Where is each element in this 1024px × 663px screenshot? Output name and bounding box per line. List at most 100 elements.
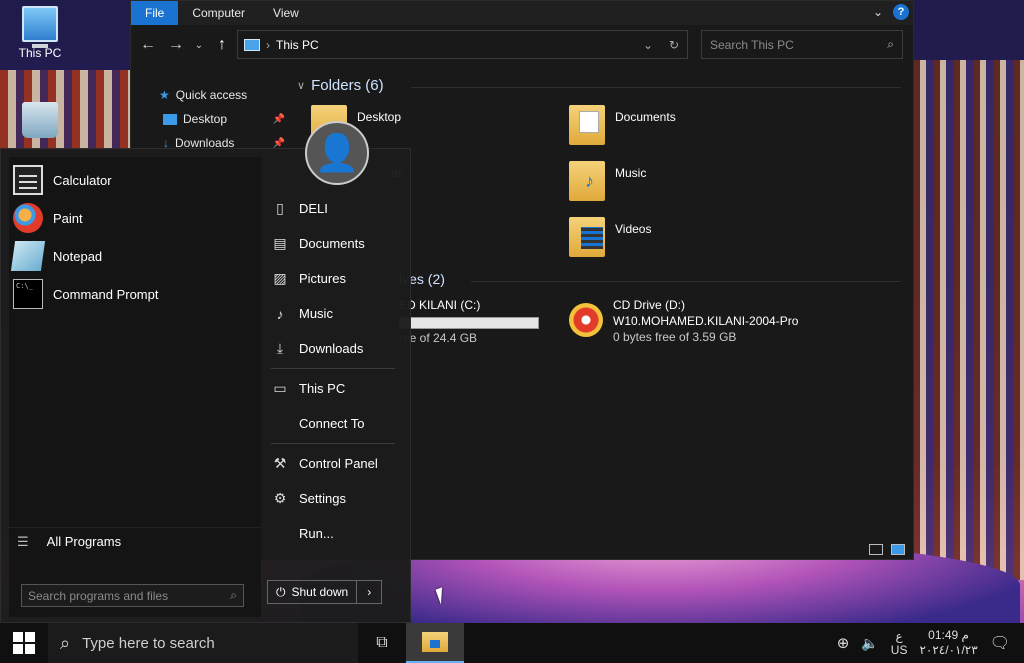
task-view-button[interactable]: ⧉ <box>358 634 406 652</box>
program-label: Command Prompt <box>53 286 159 302</box>
wallpaper-right-decoration <box>914 60 1024 580</box>
back-arrow-icon[interactable]: ← <box>137 36 159 54</box>
programs-pane: Calculator Paint Notepad C:\_ Command Pr… <box>9 157 261 617</box>
search-placeholder: Search programs and files <box>28 588 169 603</box>
place-downloads[interactable]: ⤓ Downloads <box>263 331 403 366</box>
breadcrumb-separator-icon: › <box>266 37 270 52</box>
search-icon: ⌕ <box>60 632 71 653</box>
computer-icon <box>244 38 260 51</box>
user-avatar[interactable]: 👤 <box>305 121 369 185</box>
drive-name: ED KILANI (C:) <box>399 298 481 312</box>
cd-drive-icon <box>569 303 603 337</box>
folder-music[interactable]: ♪ Music <box>569 161 646 201</box>
all-programs-button[interactable]: ☰ All Programs <box>9 527 261 555</box>
user-folder-icon: ▯ <box>276 200 284 216</box>
address-dropdown-icon[interactable]: ⌄ <box>643 38 653 52</box>
chevron-down-icon[interactable]: ⌄ <box>873 5 883 19</box>
task-view-icon: ⧉ <box>376 634 388 651</box>
folder-videos[interactable]: Videos <box>569 217 651 257</box>
start-button[interactable] <box>0 623 48 663</box>
place-music[interactable]: ♪ Music <box>263 296 403 331</box>
recent-chevron-icon[interactable]: ⌄ <box>193 40 205 51</box>
taskbar: ⌕ Type here to search ⧉ ⊕ 🔈 ع US 01:49 م… <box>0 623 1024 663</box>
program-command-prompt[interactable]: C:\_ Command Prompt <box>9 275 261 313</box>
navigation-pane: ★ Quick access Desktop 📌 ↓ Downloads 📌 <box>131 65 291 155</box>
search-input[interactable]: Search This PC ⌕ <box>701 30 903 59</box>
breadcrumb[interactable]: This PC <box>276 38 319 52</box>
tab-view[interactable]: View <box>259 1 313 25</box>
place-this-pc[interactable]: ▭ This PC <box>263 371 403 406</box>
forward-arrow-icon[interactable]: → <box>165 36 187 54</box>
clock[interactable]: 01:49 م ٢٠٢٤/٠١/٢٣ <box>919 628 977 658</box>
taskbar-search-input[interactable]: ⌕ Type here to search <box>48 623 358 663</box>
notepad-icon <box>10 241 46 271</box>
nav-quick-access[interactable]: ★ Quick access <box>131 83 291 107</box>
videos-folder-icon <box>569 217 605 257</box>
tab-computer[interactable]: Computer <box>178 1 259 25</box>
globe-icon[interactable]: ⊕ <box>837 634 850 652</box>
ribbon: File Computer View ⌄ ? <box>131 1 913 25</box>
drive-c[interactable]: ED KILANI (C:) ree of 24.4 GB <box>399 297 539 345</box>
star-icon: ★ <box>159 88 170 102</box>
documents-folder-icon <box>569 105 605 145</box>
search-placeholder: Search This PC <box>710 37 794 52</box>
refresh-icon[interactable]: ↻ <box>669 38 679 52</box>
tab-file[interactable]: File <box>131 1 179 25</box>
shutdown-label: Shut down <box>291 585 349 599</box>
power-icon: ⏻ <box>276 584 286 599</box>
drive-d[interactable]: CD Drive (D:) W10.MOHAMED.KILANI-2004-Pr… <box>569 297 798 345</box>
notification-icon[interactable]: 🗨 <box>990 633 1010 653</box>
help-button[interactable]: ? <box>893 4 909 20</box>
place-pictures[interactable]: ▨ Pictures <box>263 261 403 296</box>
place-settings[interactable]: ⚙ Settings <box>263 481 403 516</box>
folder-documents[interactable]: Documents <box>569 105 676 145</box>
drive-usage-bar <box>399 317 539 329</box>
folder-name: Documents <box>615 110 676 124</box>
shutdown-button-group: ⏻ Shut down › <box>267 580 383 604</box>
shutdown-options-button[interactable]: › <box>357 581 381 603</box>
place-label: Control Panel <box>299 456 378 471</box>
desktop-folder-icon <box>163 113 177 125</box>
speaker-icon[interactable]: 🔈 <box>861 635 878 652</box>
language-indicator[interactable]: ع US <box>891 629 908 657</box>
desktop-icon-recycle-bin[interactable] <box>0 102 80 142</box>
folders-group-header[interactable]: ∨ Folders (6) <box>297 77 384 94</box>
program-paint[interactable]: Paint <box>9 199 261 237</box>
program-calculator[interactable]: Calculator <box>9 161 261 199</box>
place-label: Run... <box>299 526 334 541</box>
place-documents[interactable]: ▤ Documents <box>263 226 403 261</box>
chevron-right-icon: › <box>367 585 372 599</box>
drive-name: CD Drive (D:) <box>613 298 685 312</box>
drive-free-space: 0 bytes free of 3.59 GB <box>613 330 737 344</box>
program-notepad[interactable]: Notepad <box>9 237 261 275</box>
user-icon: 👤 <box>314 132 360 173</box>
place-label: Connect To <box>299 416 365 431</box>
divider <box>271 368 395 369</box>
pin-icon: 📌 <box>272 113 285 125</box>
picture-icon: ▨ <box>273 270 287 286</box>
recycle-bin-icon <box>22 102 58 138</box>
folder-name: Desktop <box>357 110 402 124</box>
place-control-panel[interactable]: ⚒ Control Panel <box>263 446 403 481</box>
shutdown-button[interactable]: ⏻ Shut down <box>268 581 358 603</box>
desktop-icon-this-pc[interactable]: This PC <box>0 6 80 60</box>
large-icons-view-icon[interactable] <box>891 543 905 555</box>
nav-desktop[interactable]: Desktop 📌 <box>131 107 291 131</box>
details-view-icon[interactable] <box>869 543 883 555</box>
music-note-icon: ♪ <box>276 305 284 322</box>
address-bar[interactable]: › This PC ⌄ ↻ <box>237 30 688 59</box>
search-programs-input[interactable]: Search programs and files ⌕ <box>21 584 244 607</box>
place-label: Downloads <box>299 341 364 356</box>
place-user[interactable]: ▯ DELI <box>263 191 403 226</box>
computer-icon: ▭ <box>273 380 287 396</box>
program-label: Paint <box>53 210 83 226</box>
place-run[interactable]: Run... <box>263 516 403 551</box>
place-label: Documents <box>299 236 365 251</box>
place-connect-to[interactable]: Connect To <box>263 406 403 441</box>
taskbar-file-explorer[interactable] <box>406 623 464 663</box>
folder-name: Videos <box>615 222 652 236</box>
clock-date: ٢٠٢٤/٠١/٢٣ <box>919 643 978 657</box>
up-arrow-icon[interactable]: ↑ <box>211 36 233 54</box>
search-icon: ⌕ <box>230 588 237 602</box>
search-icon: ⌕ <box>887 37 894 51</box>
